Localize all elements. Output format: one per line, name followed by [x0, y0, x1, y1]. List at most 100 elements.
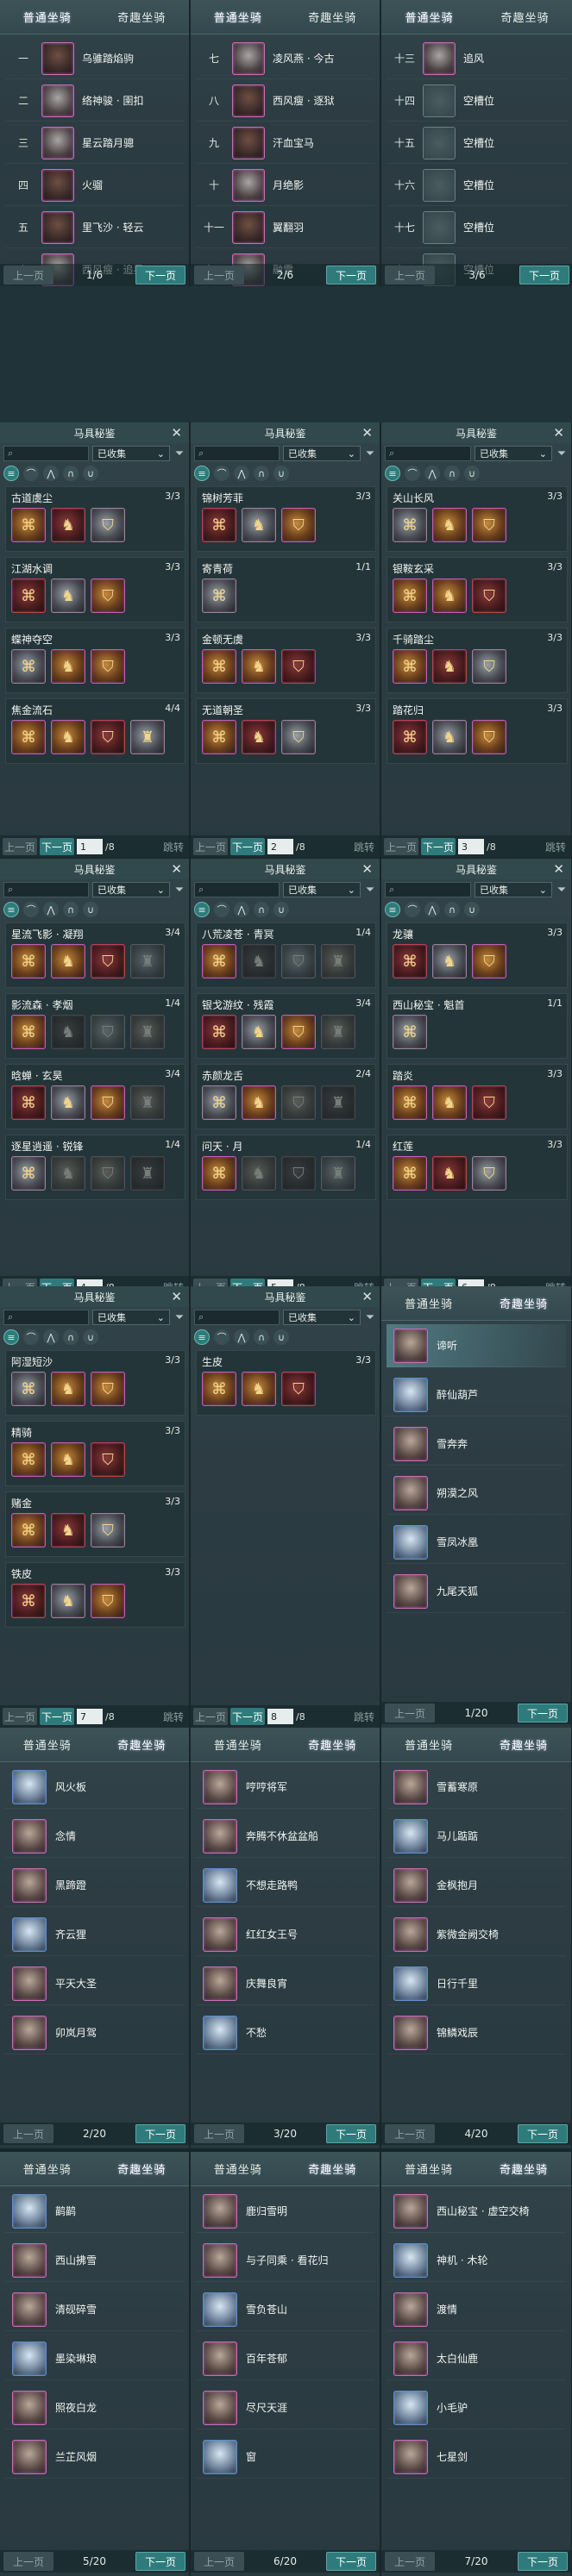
- gear-piece-icon[interactable]: ⌘: [393, 720, 427, 754]
- rare-mount-row[interactable]: 日行千里: [387, 1962, 566, 2005]
- gear-piece-icon[interactable]: ⌘: [393, 1015, 427, 1049]
- funnel-icon[interactable]: ⏷: [173, 447, 185, 460]
- funnel-icon[interactable]: ⏷: [556, 447, 568, 460]
- gear-piece-icon[interactable]: ♞: [51, 578, 85, 613]
- search-input[interactable]: ⌕: [194, 882, 280, 897]
- mount-slot-row[interactable]: 十三 追风: [387, 38, 568, 79]
- funnel-icon[interactable]: ⏷: [364, 447, 376, 460]
- collected-filter-dropdown[interactable]: 已收集 ⌄: [475, 882, 552, 897]
- gear-piece-icon[interactable]: ⛉: [91, 508, 125, 542]
- gear-set-card[interactable]: 寄青荷 1/1 ⌘: [196, 557, 376, 622]
- gear-piece-icon[interactable]: ⌘: [393, 508, 427, 542]
- gear-piece-icon[interactable]: ♞: [432, 649, 467, 684]
- saddle-icon[interactable]: ⌒: [214, 466, 229, 481]
- gear-piece-icon[interactable]: ♜: [130, 1015, 165, 1049]
- gear-piece-icon[interactable]: ♞: [242, 944, 276, 979]
- saddle-icon[interactable]: ⌒: [405, 466, 420, 481]
- close-icon[interactable]: ✕: [171, 861, 182, 877]
- prev-page-button[interactable]: 上一页: [3, 838, 37, 855]
- funnel-icon[interactable]: ⏷: [364, 884, 376, 897]
- gear-piece-icon[interactable]: ♞: [432, 1156, 467, 1191]
- gear-piece-icon[interactable]: ⌘: [393, 1156, 427, 1191]
- tab-rare-mounts[interactable]: 奇趣坐骑: [286, 2152, 380, 2185]
- jump-button[interactable]: 跳转: [545, 840, 566, 854]
- gear-piece-icon[interactable]: ⛉: [91, 578, 125, 613]
- gear-piece-icon[interactable]: ⛉: [281, 508, 316, 542]
- tab-normal-mounts[interactable]: 普通坐骑: [0, 0, 95, 34]
- gear-piece-icon[interactable]: ♜: [130, 944, 165, 979]
- tab-rare-mounts[interactable]: 奇趣坐骑: [476, 1286, 571, 1320]
- mount-slot-row[interactable]: 十七 空槽位: [387, 207, 568, 248]
- gear-piece-icon[interactable]: ♞: [242, 508, 276, 542]
- next-page-button[interactable]: 下一页: [326, 2124, 376, 2143]
- prev-page-button[interactable]: 上一页: [194, 2552, 244, 2571]
- prev-page-button[interactable]: 上一页: [193, 838, 228, 855]
- gear-piece-icon[interactable]: ♞: [51, 1372, 85, 1406]
- page-number-input[interactable]: 1: [77, 839, 103, 854]
- next-page-button[interactable]: 下一页: [518, 2124, 568, 2143]
- jump-button[interactable]: 跳转: [354, 1710, 374, 1724]
- prev-page-button[interactable]: 上一页: [385, 1704, 435, 1723]
- gear-piece-icon[interactable]: ⌘: [11, 1584, 46, 1618]
- funnel-icon[interactable]: ⏷: [173, 884, 185, 897]
- search-input[interactable]: ⌕: [194, 1310, 280, 1325]
- rare-mount-row[interactable]: 雪蓄寒原: [387, 1766, 566, 1809]
- rare-mount-row[interactable]: 小毛驴: [387, 2386, 566, 2429]
- bridle-icon[interactable]: ∩: [444, 466, 460, 481]
- gear-set-card[interactable]: 阿湿短沙 3/3 ⌘ ♞ ⛉: [5, 1350, 185, 1416]
- next-page-button[interactable]: 下一页: [230, 1708, 265, 1725]
- gear-piece-icon[interactable]: ♞: [51, 1085, 85, 1120]
- gear-set-card[interactable]: 影流森 · 孝烟 1/4 ⌘ ♞ ⛉ ♜: [5, 993, 185, 1059]
- stirrup-icon[interactable]: ⋀: [234, 902, 249, 917]
- next-page-button[interactable]: 下一页: [518, 2552, 568, 2571]
- stirrup-icon[interactable]: ⋀: [43, 1329, 59, 1345]
- list-icon[interactable]: ≡: [194, 902, 210, 917]
- rare-mount-row[interactable]: 照夜白龙: [5, 2386, 184, 2429]
- gear-piece-icon[interactable]: ♜: [321, 1156, 355, 1191]
- gear-piece-icon[interactable]: ♞: [51, 649, 85, 684]
- gear-piece-icon[interactable]: ⛉: [472, 720, 506, 754]
- mount-slot-row[interactable]: 二 络神骏 · 圉扣: [5, 80, 184, 122]
- gear-piece-icon[interactable]: ⛉: [281, 1015, 316, 1049]
- next-page-button[interactable]: 下一页: [326, 266, 376, 284]
- gear-piece-icon[interactable]: ⌘: [11, 1513, 46, 1547]
- gear-set-card[interactable]: 锦树芳菲 3/3 ⌘ ♞ ⛉: [196, 486, 376, 552]
- funnel-icon[interactable]: ⏷: [173, 1311, 185, 1324]
- gear-piece-icon[interactable]: ⌘: [393, 649, 427, 684]
- gear-piece-icon[interactable]: ♞: [242, 1015, 276, 1049]
- gear-piece-icon[interactable]: ⌘: [202, 944, 236, 979]
- mount-slot-row[interactable]: 一 乌骓踏焰驹: [5, 38, 184, 79]
- gear-piece-icon[interactable]: ⌘: [202, 1085, 236, 1120]
- gear-set-card[interactable]: 逐星逍遥 · 锐锋 1/4 ⌘ ♞ ⛉ ♜: [5, 1135, 185, 1200]
- gear-set-card[interactable]: 蝶神夺空 3/3 ⌘ ♞ ⛉: [5, 628, 185, 693]
- funnel-icon[interactable]: ⏷: [364, 1311, 376, 1324]
- rare-mount-row[interactable]: 紫微金阙交椅: [387, 1913, 566, 1956]
- gear-piece-icon[interactable]: ⌘: [393, 944, 427, 979]
- jump-button[interactable]: 跳转: [354, 840, 374, 854]
- rare-mount-row[interactable]: 尽尺天涯: [196, 2386, 374, 2429]
- tab-rare-mounts[interactable]: 奇趣坐骑: [286, 0, 380, 34]
- next-page-button[interactable]: 下一页: [135, 2124, 185, 2143]
- gear-piece-icon[interactable]: ♞: [432, 944, 467, 979]
- gear-piece-icon[interactable]: ⌘: [202, 720, 236, 754]
- bridle-icon[interactable]: ∩: [63, 1329, 79, 1345]
- next-page-button[interactable]: 下一页: [135, 2552, 185, 2571]
- gear-piece-icon[interactable]: ⛉: [91, 1085, 125, 1120]
- collected-filter-dropdown[interactable]: 已收集 ⌄: [283, 882, 361, 897]
- prev-page-button[interactable]: 上一页: [3, 2124, 53, 2143]
- rare-mount-row[interactable]: 齐云狸: [5, 1913, 184, 1956]
- search-input[interactable]: ⌕: [385, 882, 471, 897]
- mount-slot-row[interactable]: 七 凌风燕 · 今古: [196, 38, 374, 79]
- page-number-input[interactable]: 8: [267, 1709, 293, 1724]
- gear-piece-icon[interactable]: ⛉: [472, 944, 506, 979]
- rare-mount-row[interactable]: 渡情: [387, 2288, 566, 2331]
- tab-normal-mounts[interactable]: 普通坐骑: [0, 2152, 95, 2185]
- gear-piece-icon[interactable]: ♞: [51, 1015, 85, 1049]
- gear-piece-icon[interactable]: ⛉: [472, 1156, 506, 1191]
- bridle-icon[interactable]: ∩: [63, 902, 79, 917]
- stirrup-icon[interactable]: ⋀: [234, 1329, 249, 1345]
- close-icon[interactable]: ✕: [171, 425, 182, 441]
- gear-set-card[interactable]: 江湖水调 3/3 ⌘ ♞ ⛉: [5, 557, 185, 622]
- gear-piece-icon[interactable]: ⌘: [202, 1015, 236, 1049]
- prev-page-button[interactable]: 上一页: [385, 2552, 435, 2571]
